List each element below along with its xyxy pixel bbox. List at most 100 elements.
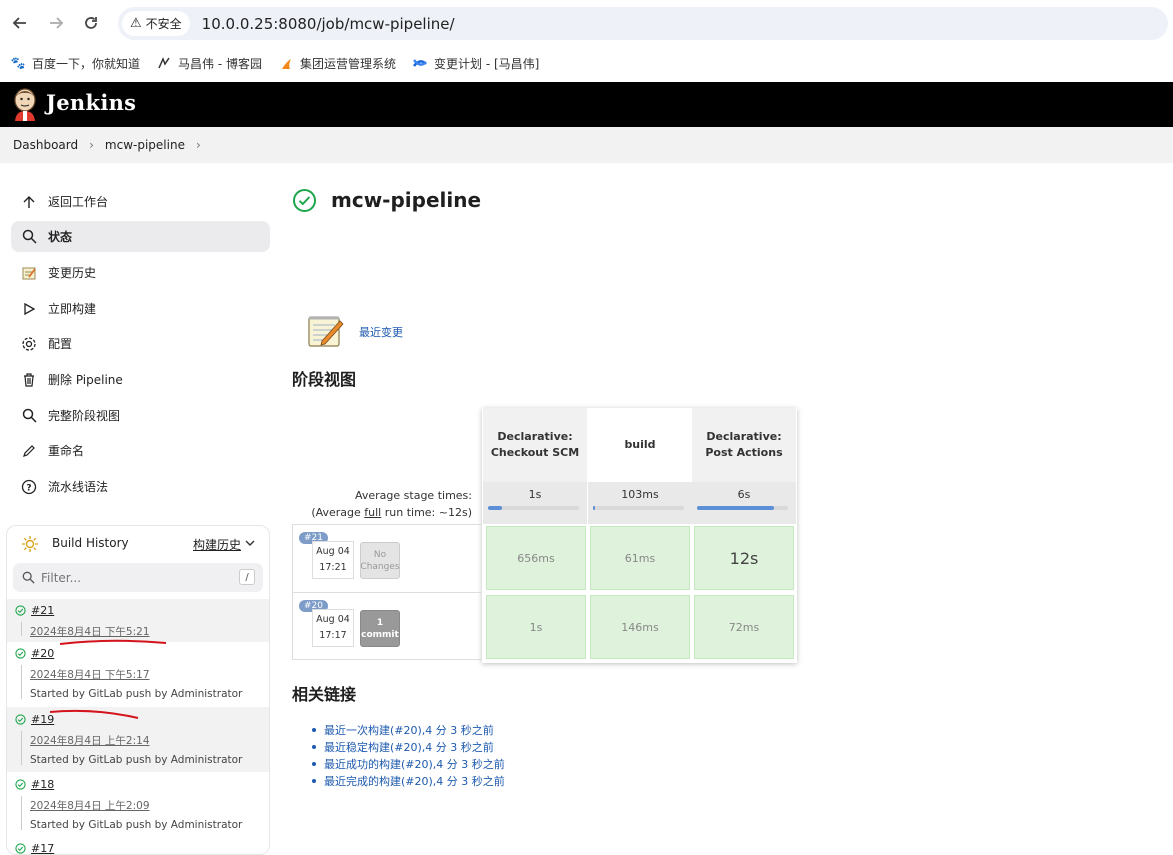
chevron-right-icon[interactable]: ›: [196, 138, 201, 152]
build-number[interactable]: #21: [31, 604, 54, 617]
arrow-up-icon: [19, 192, 39, 212]
avg-run-label: (Average full run time: ~12s): [292, 506, 472, 519]
sidebar-item-changes[interactable]: 变更历史: [11, 257, 270, 288]
bookmark-ops[interactable]: 集团运营管理系统: [278, 55, 396, 72]
build-date[interactable]: 2024年8月4日 上午2:09: [30, 798, 150, 813]
app-title[interactable]: Jenkins: [46, 90, 136, 115]
security-indicator[interactable]: ⚠ 不安全: [122, 11, 190, 36]
bookmark-cnblogs[interactable]: 马昌伟 - 博客园: [156, 55, 262, 72]
reload-icon: [85, 17, 97, 29]
stage-header: Declarative: Post Actions: [692, 408, 796, 482]
avg-time-value: 1s: [528, 488, 542, 501]
back-button[interactable]: [9, 12, 31, 34]
sun-icon: [22, 536, 38, 552]
build-row[interactable]: #20 2024年8月4日 下午5:17 Started by GitLab p…: [7, 647, 269, 709]
avg-run-prefix: (Average: [311, 506, 365, 519]
stage-duration-cell[interactable]: 12s: [694, 526, 794, 590]
stage-duration-cell[interactable]: 146ms: [590, 595, 690, 659]
avg-run-suffix: run time: ~12s): [381, 506, 472, 519]
sidebar-item-build-now[interactable]: 立即构建: [11, 293, 270, 324]
bookmark-confluence[interactable]: 变更计划 - [马昌伟]: [412, 55, 539, 72]
stage-duration-cell[interactable]: 1s: [486, 595, 586, 659]
build-history-title: Build History: [52, 536, 129, 550]
avg-time-fill: [697, 506, 775, 510]
forward-button[interactable]: [45, 12, 67, 34]
build-row[interactable]: #21 2024年8月4日 下午5:21: [7, 604, 269, 644]
run-row[interactable]: #20 Aug 04 17:17 1 commit: [292, 592, 482, 660]
breadcrumb-job[interactable]: mcw-pipeline: [105, 138, 185, 152]
avg-stage-label: Average stage times:: [355, 489, 472, 502]
trash-icon: [19, 370, 39, 390]
bookmark-label: 百度一下，你就知道: [32, 56, 141, 71]
sidebar-item-back-dashboard[interactable]: 返回工作台: [11, 186, 270, 217]
build-number[interactable]: #20: [31, 647, 54, 660]
build-number[interactable]: #18: [31, 778, 54, 791]
confluence-icon: [412, 55, 428, 71]
stage-duration-cell[interactable]: 61ms: [590, 526, 690, 590]
recent-changes-link[interactable]: 最近变更: [359, 324, 403, 340]
run-changes-line: commit: [361, 629, 399, 640]
breadcrumb-dashboard[interactable]: Dashboard: [13, 138, 78, 152]
sidebar-item-rename[interactable]: 重命名: [11, 435, 270, 466]
run-date: Aug 04 17:21: [312, 541, 354, 579]
jenkins-logo-icon[interactable]: [12, 87, 38, 121]
build-number[interactable]: #19: [31, 713, 54, 726]
chevron-down-icon[interactable]: [245, 539, 255, 547]
arrow-left-icon: [12, 17, 26, 29]
avg-time-bar: [488, 506, 579, 510]
sidebar-item-pipeline-syntax[interactable]: ? 流水线语法: [11, 471, 270, 502]
run-row[interactable]: #21 Aug 04 17:21 No Changes: [292, 524, 482, 592]
sidebar-item-label: 状态: [48, 230, 73, 244]
build-filter-input[interactable]: [41, 570, 221, 585]
build-date[interactable]: 2024年8月4日 上午2:14: [30, 733, 150, 748]
run-changes-line: Changes: [360, 561, 400, 572]
run-changes-line: No: [373, 549, 387, 560]
run-date-day: Aug 04: [316, 614, 350, 625]
run-changes[interactable]: 1 commit: [360, 610, 400, 647]
run-changes[interactable]: No Changes: [360, 542, 400, 579]
stage-duration-cell[interactable]: 72ms: [694, 595, 794, 659]
bookmark-baidu[interactable]: 🐾 百度一下，你就知道: [10, 55, 141, 72]
search-icon: [22, 571, 35, 584]
arrow-right-icon: [50, 17, 64, 29]
success-icon: [15, 779, 26, 790]
build-date[interactable]: 2024年8月4日 下午5:17: [30, 667, 150, 682]
build-filter[interactable]: /: [13, 563, 263, 592]
page-title: mcw-pipeline: [331, 188, 482, 212]
reload-button[interactable]: [80, 12, 102, 34]
notepad-icon: [308, 316, 344, 347]
gear-icon: [19, 334, 39, 354]
related-link-last-successful[interactable]: 最近成功的构建(#20),4 分 3 秒之前: [310, 756, 505, 773]
search-icon: [19, 406, 39, 426]
build-history-panel: Build History 构建历史 / #21 2024年8月4日 下午5:2…: [6, 525, 270, 855]
build-date[interactable]: 2024年8月4日 下午5:21: [30, 624, 150, 639]
related-link-last-stable[interactable]: 最近稳定构建(#20),4 分 3 秒之前: [310, 739, 505, 756]
run-changes-line: 1: [376, 617, 384, 628]
sidebar-item-configure[interactable]: 配置: [11, 328, 270, 359]
url-text[interactable]: 10.0.0.25:8080/job/mcw-pipeline/: [202, 15, 455, 33]
run-date-time: 17:17: [319, 630, 347, 641]
build-history-link[interactable]: 构建历史: [193, 536, 241, 553]
run-date-time: 17:21: [319, 562, 347, 573]
sidebar-item-full-stage-view[interactable]: 完整阶段视图: [11, 400, 270, 431]
stage-header: build: [588, 408, 692, 482]
sidebar-item-delete[interactable]: 删除 Pipeline: [11, 364, 270, 395]
search-icon: [19, 227, 39, 247]
related-link-last-completed[interactable]: 最近完成的构建(#20),4 分 3 秒之前: [310, 773, 505, 790]
related-links-heading: 相关链接: [292, 685, 357, 704]
full-runtime-link[interactable]: full: [364, 506, 381, 519]
sidebar-item-label: 配置: [48, 337, 73, 351]
timeline-line: [21, 665, 22, 699]
sidebar-item-status[interactable]: 状态: [11, 221, 270, 252]
timeline-line: [21, 622, 22, 636]
warning-icon: ⚠: [130, 16, 142, 31]
success-icon: [15, 648, 26, 659]
stage-duration-cell[interactable]: 656ms: [486, 526, 586, 590]
address-bar[interactable]: ⚠ 不安全 10.0.0.25:8080/job/mcw-pipeline/: [118, 7, 1168, 40]
build-history-header: Build History 构建历史: [7, 526, 269, 560]
related-link-last-build[interactable]: 最近一次构建(#20),4 分 3 秒之前: [310, 722, 505, 739]
avg-time-fill: [593, 506, 595, 510]
build-row[interactable]: #19 2024年8月4日 上午2:14 Started by GitLab p…: [7, 713, 269, 775]
build-row[interactable]: #18 2024年8月4日 上午2:09 Started by GitLab p…: [7, 778, 269, 840]
build-cause: Started by GitLab push by Administrator: [30, 754, 243, 766]
